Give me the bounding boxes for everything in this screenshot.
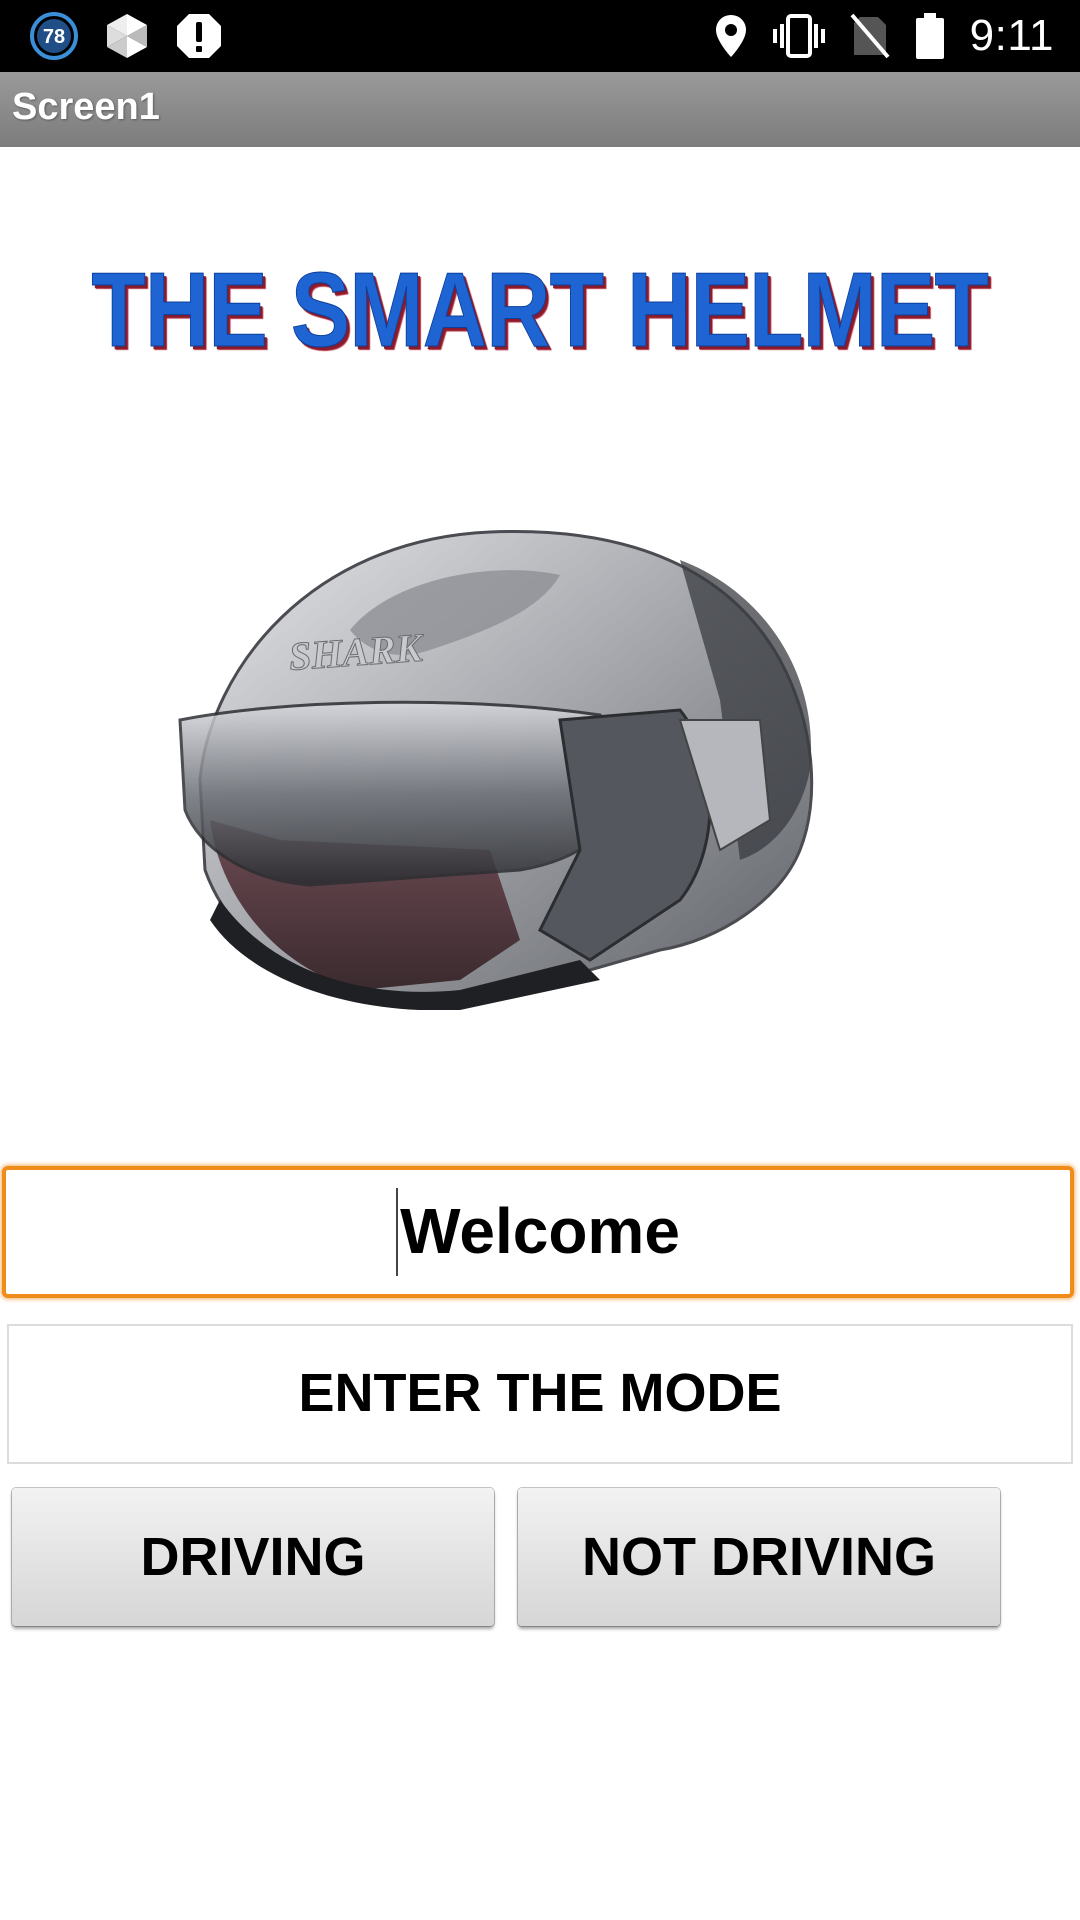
alert-icon <box>174 11 224 61</box>
logo-text: THE SMART HELMET <box>91 251 989 370</box>
not-driving-button[interactable]: NOT DRIVING <box>518 1488 1000 1626</box>
notification-badge-text: 78 <box>43 26 65 48</box>
app-icon <box>102 11 152 61</box>
status-left-icons: 78 <box>28 11 224 61</box>
smart-helmet-logo: THE SMART HELMET <box>0 250 1080 371</box>
helmet-brand-text: SHARK <box>287 625 426 679</box>
location-icon <box>714 13 748 59</box>
app-title: Screen1 <box>12 86 160 128</box>
sync-badge-icon: 78 <box>28 10 80 62</box>
driving-button[interactable]: DRIVING <box>12 1488 494 1626</box>
battery-icon <box>914 12 946 60</box>
helmet-image: SHARK <box>160 520 880 1011</box>
app-title-bar: Screen1 <box>0 72 1080 147</box>
welcome-field-value: Welcome <box>400 1195 680 1267</box>
enter-mode-label: ENTER THE MODE <box>7 1324 1073 1464</box>
text-cursor <box>396 1188 399 1277</box>
status-right-icons: 9:11 <box>714 11 1054 61</box>
no-sim-icon <box>850 13 890 59</box>
welcome-text-field[interactable]: Welcome <box>2 1166 1074 1298</box>
status-time: 9:11 <box>969 11 1054 60</box>
vibrate-icon <box>772 13 826 59</box>
status-bar: 78 9:11 <box>0 0 1080 72</box>
